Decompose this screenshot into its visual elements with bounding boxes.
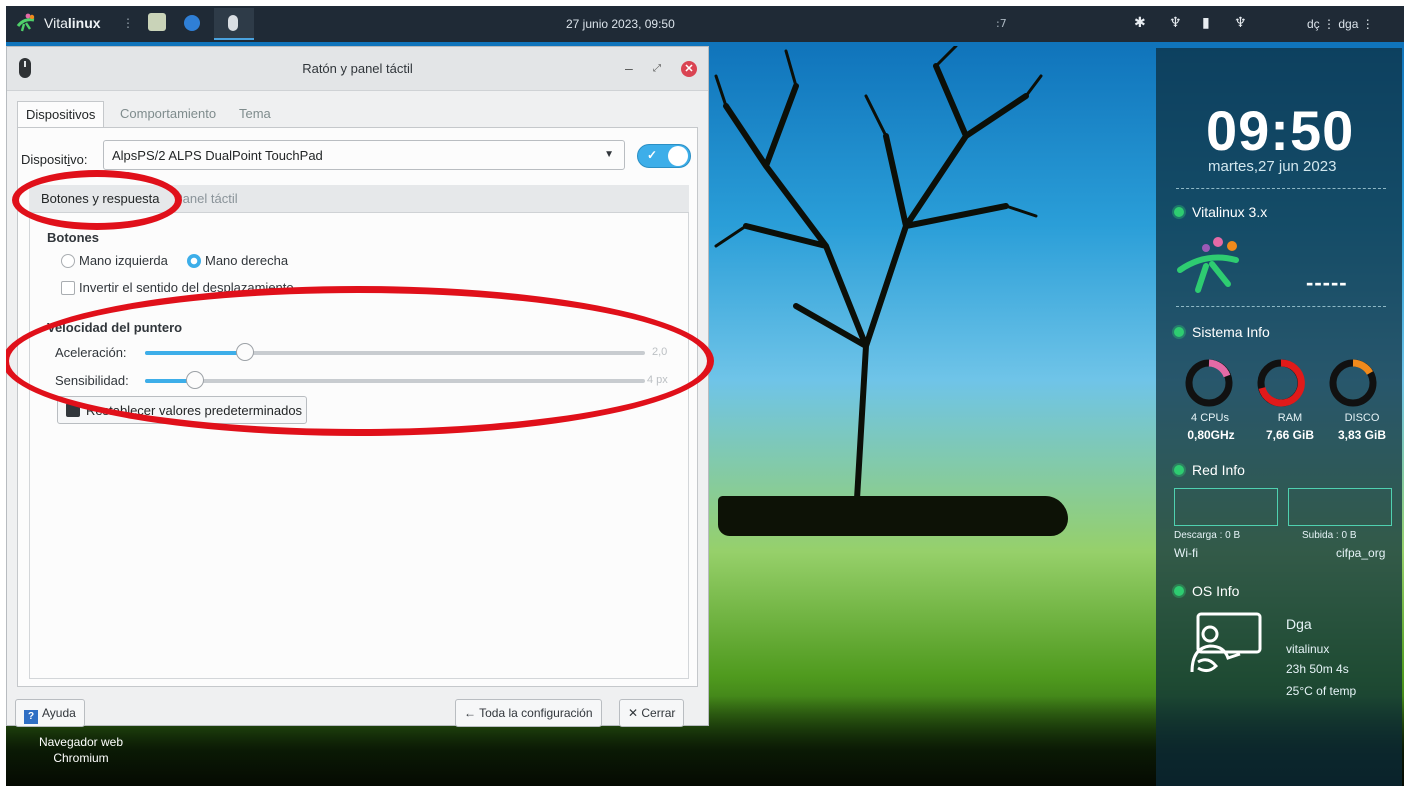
upload-value: Subida : 0 B xyxy=(1302,530,1357,541)
network-icon[interactable]: ♆ xyxy=(1169,15,1182,31)
panel-indicator: :7 xyxy=(996,17,1007,30)
status-dot-icon xyxy=(1174,586,1184,596)
conky-placeholder: ----- xyxy=(1306,270,1348,295)
top-panel: Vitalinux ⋮ 27 junio 2023, 09:50 :7 ✱ ♆ … xyxy=(6,6,1404,42)
download-value: Descarga : 0 B xyxy=(1174,530,1241,541)
vitalinux-runner-icon xyxy=(1177,237,1239,293)
bluetooth-icon[interactable]: ✱ xyxy=(1134,15,1146,31)
dialog-title: Ratón y panel táctil xyxy=(302,61,413,76)
mouse-app-icon[interactable] xyxy=(228,15,238,31)
help-icon: ? xyxy=(24,710,38,724)
os-temp: 25°C of temp xyxy=(1286,684,1357,698)
minimize-icon[interactable]: – xyxy=(625,60,633,76)
invert-scroll-checkbox[interactable] xyxy=(61,281,75,295)
annotation-circle-subtab xyxy=(12,170,182,230)
device-select[interactable]: AlpsPS/2 ALPS DualPoint TouchPad ▼ xyxy=(103,140,625,170)
brand-name[interactable]: Vitalinux xyxy=(44,15,101,31)
desktop-icon-label-line2: Chromium xyxy=(53,751,109,765)
close-icon[interactable]: ✕ xyxy=(681,61,697,77)
os-host: vitalinux xyxy=(1286,642,1330,656)
net-info-heading: Red Info xyxy=(1174,462,1245,478)
system-info-heading: Sistema Info xyxy=(1174,324,1270,340)
cpu-value: 0,80GHz xyxy=(1187,428,1235,442)
browser-app-icon[interactable] xyxy=(184,15,200,31)
left-hand-label: Mano izquierda xyxy=(79,253,168,268)
vitalinux-logo-icon[interactable] xyxy=(16,12,36,32)
desktop-screen: Vitalinux ⋮ 27 junio 2023, 09:50 :7 ✱ ♆ … xyxy=(6,6,1404,786)
os-name: Dga xyxy=(1286,616,1312,632)
subtab-panel-tactil[interactable]: Panel táctil xyxy=(174,191,238,206)
os-info-heading: OS Info xyxy=(1174,583,1239,599)
disk-label: DISCO xyxy=(1344,412,1380,424)
user-menu[interactable]: dç ⋮ dga ⋮ xyxy=(1307,17,1374,31)
status-dot-icon xyxy=(1174,327,1184,337)
divider xyxy=(1176,306,1386,307)
tab-tema[interactable]: Tema xyxy=(231,101,279,127)
separator-icon: ⋮ xyxy=(122,16,134,30)
wifi-label: Wi-fi xyxy=(1174,546,1198,560)
wallpaper-island xyxy=(718,496,1068,536)
files-app-icon[interactable] xyxy=(148,13,166,31)
panel-clock[interactable]: 27 junio 2023, 09:50 xyxy=(566,17,675,31)
chevron-down-icon: ▼ xyxy=(604,149,614,160)
tab-dispositivos[interactable]: Dispositivos xyxy=(17,101,105,127)
distro-heading: Vitalinux 3.x xyxy=(1174,204,1267,220)
conky-date: martes,27 jun 2023 xyxy=(1208,158,1337,175)
teacher-icon xyxy=(1190,612,1262,673)
dialog-titlebar[interactable]: Ratón y panel táctil – ⤢ ✕ xyxy=(7,47,708,91)
wallpaper-tree xyxy=(714,46,1043,519)
help-button[interactable]: ? Ayuda xyxy=(15,699,85,727)
os-uptime: 23h 50m 4s xyxy=(1286,662,1349,676)
desktop-icon-label[interactable]: Navegador web Chromium xyxy=(26,734,136,766)
upload-graph xyxy=(1288,488,1392,526)
all-settings-button[interactable]: ← Toda la configuración xyxy=(455,699,602,727)
right-hand-radio[interactable] xyxy=(187,254,201,268)
download-graph xyxy=(1174,488,1278,526)
cpu-label: 4 CPUs xyxy=(1191,412,1229,424)
system-gauges xyxy=(1185,359,1377,407)
device-select-value: AlpsPS/2 ALPS DualPoint TouchPad xyxy=(112,148,323,163)
left-hand-radio[interactable] xyxy=(61,254,75,268)
status-dot-icon xyxy=(1174,465,1184,475)
usb-icon[interactable]: ♆ xyxy=(1234,15,1247,31)
divider xyxy=(1176,188,1386,189)
right-hand-label: Mano derecha xyxy=(205,253,289,268)
help-label: Ayuda xyxy=(42,706,76,720)
toggle-knob xyxy=(668,146,688,166)
desktop-icon-label-line1: Navegador web xyxy=(38,735,124,749)
close-button[interactable]: ✕ Cerrar xyxy=(619,699,685,727)
conky-time: 09:50 xyxy=(1206,99,1355,162)
battery-icon[interactable]: ▮ xyxy=(1202,15,1210,31)
device-enabled-toggle[interactable]: ✓ xyxy=(637,144,691,168)
tab-comportamiento[interactable]: Comportamiento xyxy=(112,101,224,127)
device-label: Dispositivo: xyxy=(21,152,88,167)
maximize-icon[interactable]: ⤢ xyxy=(653,63,661,74)
ram-value: 7,66 GiB xyxy=(1265,428,1315,442)
disk-value: 3,83 GiB xyxy=(1337,428,1387,442)
conky-panel: 09:50 martes,27 jun 2023 Vitalinux 3.x -… xyxy=(1156,48,1402,786)
status-dot-icon xyxy=(1174,207,1184,217)
wifi-ssid: cifpa_org xyxy=(1336,546,1386,560)
buttons-heading: Botones xyxy=(47,230,99,245)
ram-label: RAM xyxy=(1277,412,1303,424)
check-icon: ✓ xyxy=(647,148,658,162)
annotation-ellipse-pointer xyxy=(6,286,714,436)
